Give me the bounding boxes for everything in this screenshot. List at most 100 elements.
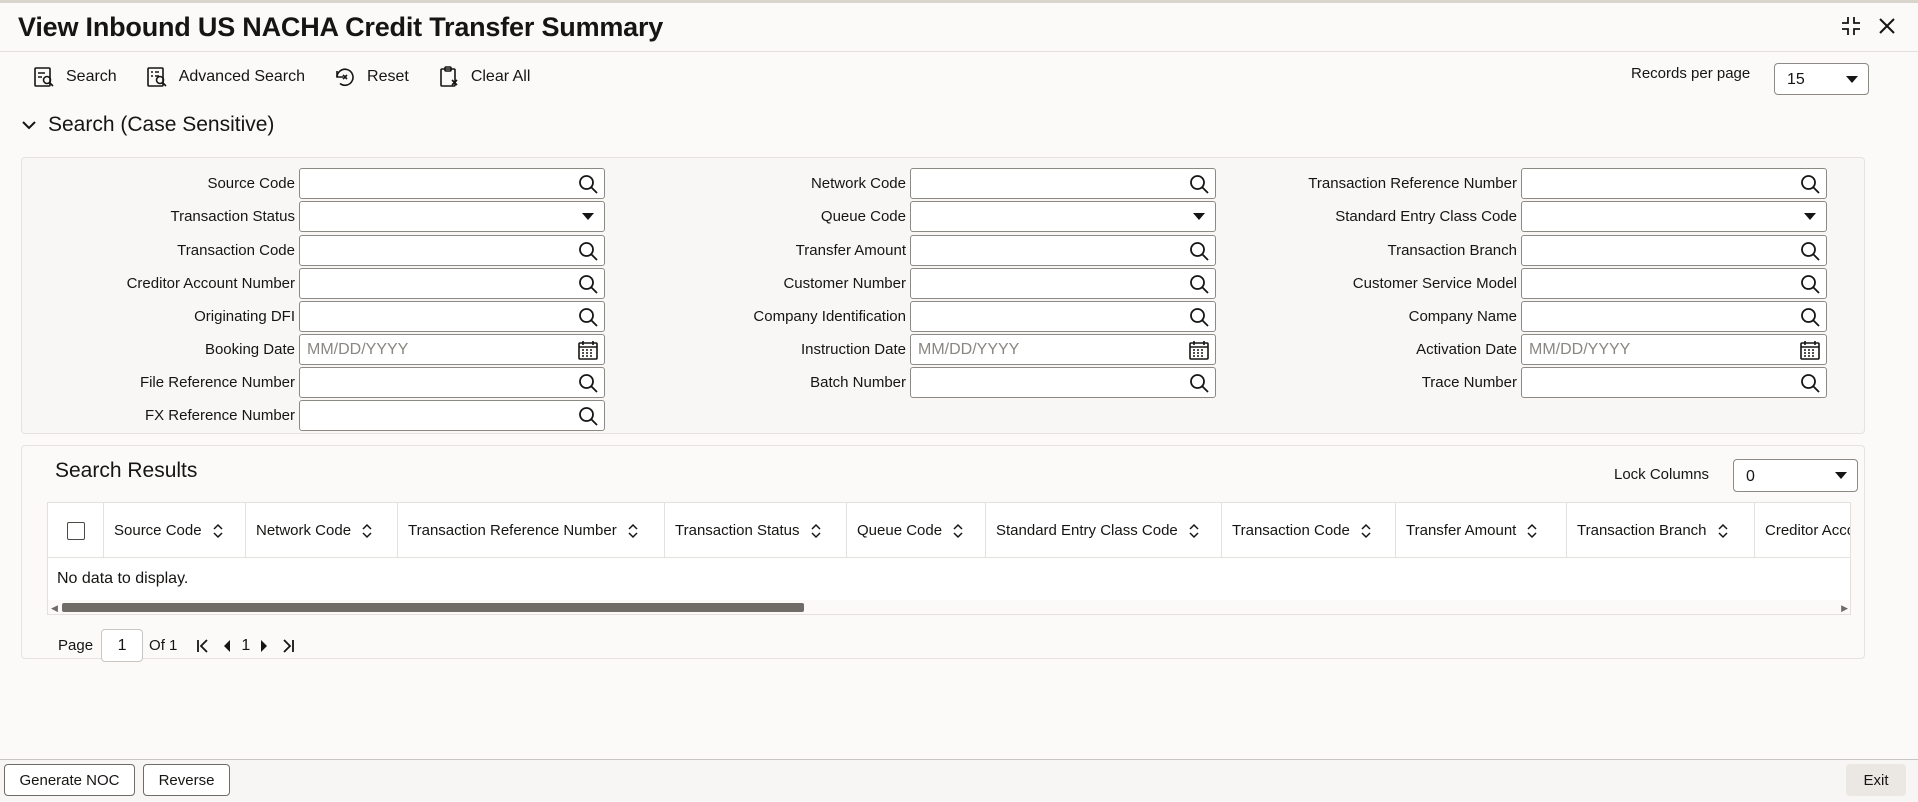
scroll-right-icon[interactable]: ▶: [1841, 603, 1848, 614]
network-code-input[interactable]: [910, 168, 1216, 199]
reset-button[interactable]: Reset: [333, 63, 409, 91]
search-icon[interactable]: [1798, 172, 1822, 196]
search-icon[interactable]: [1187, 305, 1211, 329]
select-all-checkbox[interactable]: [66, 521, 85, 540]
sort-icon[interactable]: [627, 523, 639, 539]
search-icon[interactable]: [1798, 272, 1822, 296]
page-number-input[interactable]: 1: [101, 629, 144, 662]
search-icon[interactable]: [1798, 371, 1822, 395]
source-code-input[interactable]: [299, 168, 605, 199]
search-icon[interactable]: [576, 305, 600, 329]
search-icon[interactable]: [1187, 371, 1211, 395]
empty-message: No data to display.: [57, 570, 189, 587]
table-header: Source Code Network Code Transaction Ref…: [48, 503, 1850, 558]
customer-number-label: Customer Number: [783, 275, 906, 292]
column-header-label: Transaction Branch: [1577, 522, 1707, 539]
search-icon[interactable]: [576, 404, 600, 428]
transaction-branch-input[interactable]: [1521, 235, 1827, 266]
customer-service-model-label: Customer Service Model: [1352, 275, 1517, 292]
batch-number-input[interactable]: [910, 367, 1216, 398]
search-icon[interactable]: [1187, 172, 1211, 196]
search-button[interactable]: Search: [32, 63, 117, 91]
previous-page-icon[interactable]: [215, 634, 239, 658]
search-icon[interactable]: [576, 239, 600, 263]
generate-noc-button[interactable]: Generate NOC: [4, 764, 135, 796]
page-number[interactable]: 1: [241, 637, 250, 655]
column-header-transfer-amount[interactable]: Transfer Amount: [1396, 503, 1567, 558]
advanced-search-icon: [146, 67, 167, 87]
transaction-status-select[interactable]: [299, 201, 605, 232]
column-header-transaction-reference-number[interactable]: Transaction Reference Number: [398, 503, 665, 558]
transaction-reference-number-input[interactable]: [1521, 168, 1827, 199]
column-header-source-code[interactable]: Source Code: [104, 503, 246, 558]
company-name-input[interactable]: [1521, 301, 1827, 332]
sort-icon[interactable]: [952, 523, 964, 539]
calendar-icon[interactable]: [1187, 338, 1211, 362]
column-header-network-code[interactable]: Network Code: [246, 503, 398, 558]
originating-dfi-input[interactable]: [299, 301, 605, 332]
scrollbar-thumb[interactable]: [62, 603, 804, 612]
minimize-icon[interactable]: [1838, 13, 1864, 39]
clipboard-clear-icon: [440, 66, 458, 87]
scroll-left-icon[interactable]: ◀: [51, 603, 58, 614]
close-icon[interactable]: [1874, 13, 1900, 39]
search-icon[interactable]: [1798, 239, 1822, 263]
column-header-transaction-branch[interactable]: Transaction Branch: [1567, 503, 1755, 558]
sort-icon[interactable]: [212, 523, 224, 539]
activation-date-input[interactable]: MM/DD/YYYY: [1521, 334, 1827, 365]
sort-icon[interactable]: [1188, 523, 1200, 539]
lock-columns-select[interactable]: 0: [1733, 459, 1858, 492]
search-panel: Source Code Transaction Status Transacti…: [21, 157, 1865, 434]
exit-button[interactable]: Exit: [1846, 764, 1906, 796]
search-icon[interactable]: [1798, 305, 1822, 329]
horizontal-scrollbar[interactable]: ◀ ▶: [48, 600, 1850, 614]
sort-icon[interactable]: [810, 523, 822, 539]
column-header-queue-code[interactable]: Queue Code: [847, 503, 986, 558]
company-identification-input[interactable]: [910, 301, 1216, 332]
search-icon[interactable]: [576, 172, 600, 196]
search-icon[interactable]: [576, 272, 600, 296]
search-button-label: Search: [66, 68, 117, 85]
column-header-standard-entry-class-code[interactable]: Standard Entry Class Code: [986, 503, 1222, 558]
calendar-icon[interactable]: [576, 338, 600, 362]
queue-code-select[interactable]: [910, 201, 1216, 232]
customer-number-input[interactable]: [910, 268, 1216, 299]
standard-entry-class-code-select[interactable]: [1521, 201, 1827, 232]
sort-icon[interactable]: [361, 523, 373, 539]
booking-date-input[interactable]: MM/DD/YYYY: [299, 334, 605, 365]
instruction-date-input[interactable]: MM/DD/YYYY: [910, 334, 1216, 365]
reverse-button[interactable]: Reverse: [143, 764, 230, 796]
calendar-icon[interactable]: [1798, 338, 1822, 362]
sort-icon[interactable]: [1717, 523, 1729, 539]
search-icon[interactable]: [1187, 239, 1211, 263]
customer-service-model-input[interactable]: [1521, 268, 1827, 299]
transaction-reference-number-label: Transaction Reference Number: [1308, 175, 1517, 192]
column-header-transaction-status[interactable]: Transaction Status: [665, 503, 847, 558]
clear-all-button[interactable]: Clear All: [437, 63, 530, 91]
activation-date-label: Activation Date: [1416, 341, 1517, 358]
fx-reference-number-input[interactable]: [299, 400, 605, 431]
file-reference-number-input[interactable]: [299, 367, 605, 398]
column-header-creditor-account[interactable]: Creditor Account: [1755, 503, 1850, 558]
sort-icon[interactable]: [1526, 523, 1538, 539]
sort-icon[interactable]: [1360, 523, 1372, 539]
last-page-icon[interactable]: [276, 634, 300, 658]
search-section-toggle[interactable]: Search (Case Sensitive): [22, 113, 274, 137]
trace-number-input[interactable]: [1521, 367, 1827, 398]
creditor-account-number-input[interactable]: [299, 268, 605, 299]
column-header-label: Transaction Status: [675, 522, 800, 539]
column-header-label: Creditor Account: [1765, 522, 1850, 539]
advanced-search-button[interactable]: Advanced Search: [145, 63, 305, 91]
transfer-amount-input[interactable]: [910, 235, 1216, 266]
column-header-transaction-code[interactable]: Transaction Code: [1222, 503, 1396, 558]
next-page-icon[interactable]: [252, 634, 276, 658]
results-table: Source Code Network Code Transaction Ref…: [47, 502, 1851, 615]
search-icon[interactable]: [1187, 272, 1211, 296]
transaction-code-input[interactable]: [299, 235, 605, 266]
records-per-page-select[interactable]: 15: [1774, 63, 1869, 95]
transaction-status-label: Transaction Status: [170, 208, 295, 225]
standard-entry-class-code-label: Standard Entry Class Code: [1335, 208, 1517, 225]
search-icon[interactable]: [576, 371, 600, 395]
records-per-page-value: 15: [1787, 71, 1805, 88]
first-page-icon[interactable]: [191, 634, 215, 658]
